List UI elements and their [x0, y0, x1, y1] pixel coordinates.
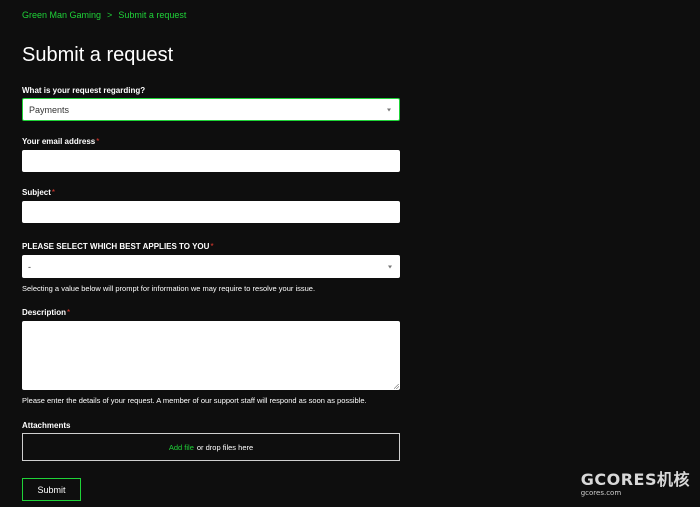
email-field[interactable]	[22, 150, 400, 172]
breadcrumb-separator: >	[107, 10, 113, 20]
watermark-main-text: GCORES机核	[580, 470, 690, 489]
page-title: Submit a request	[22, 44, 174, 66]
attachments-label-text: Attachments	[22, 421, 71, 430]
breadcrumb-home-link[interactable]: Green Man Gaming	[22, 10, 101, 20]
request-type-label: What is your request regarding?	[22, 86, 145, 95]
resize-handle-icon[interactable]	[394, 384, 399, 389]
description-hint: Please enter the details of your request…	[22, 396, 367, 405]
description-textarea[interactable]	[22, 321, 400, 390]
applies-to-label-text: PLEASE SELECT WHICH BEST APPLIES TO YOU	[22, 242, 210, 251]
watermark-logo: GCORES机核 gcores.com	[580, 470, 690, 498]
chevron-down-icon	[387, 108, 391, 111]
applies-to-value: -	[28, 261, 31, 272]
request-type-select[interactable]: Payments	[22, 98, 400, 121]
required-marker: *	[210, 242, 214, 251]
subject-label: Subject*	[22, 188, 55, 197]
drop-files-text: or drop files here	[196, 442, 254, 452]
applies-to-label: PLEASE SELECT WHICH BEST APPLIES TO YOU*	[22, 242, 214, 251]
email-label-text: Your email address	[22, 137, 96, 146]
required-marker: *	[96, 137, 100, 146]
description-label: Description*	[22, 308, 70, 317]
required-marker: *	[67, 308, 71, 317]
required-marker: *	[51, 188, 56, 197]
request-type-value: Payments	[29, 104, 70, 115]
request-type-label-text: What is your request regarding?	[22, 86, 146, 95]
attachments-dropzone[interactable]: Add file or drop files here	[22, 433, 400, 461]
applies-to-select[interactable]: -	[22, 255, 400, 278]
breadcrumb: Green Man Gaming > Submit a request	[22, 10, 186, 20]
chevron-down-icon	[388, 265, 392, 268]
subject-field[interactable]	[22, 201, 400, 223]
attachments-label: Attachments	[22, 421, 70, 430]
subject-label-text: Subject	[22, 188, 51, 197]
email-label: Your email address*	[22, 137, 99, 146]
watermark-sub-text: gcores.com	[580, 489, 622, 497]
add-file-link[interactable]: Add file	[169, 443, 194, 452]
description-label-text: Description	[22, 308, 67, 317]
breadcrumb-current-link[interactable]: Submit a request	[118, 10, 186, 20]
applies-to-hint: Selecting a value below will prompt for …	[22, 284, 316, 293]
submit-button[interactable]: Submit	[22, 478, 81, 501]
